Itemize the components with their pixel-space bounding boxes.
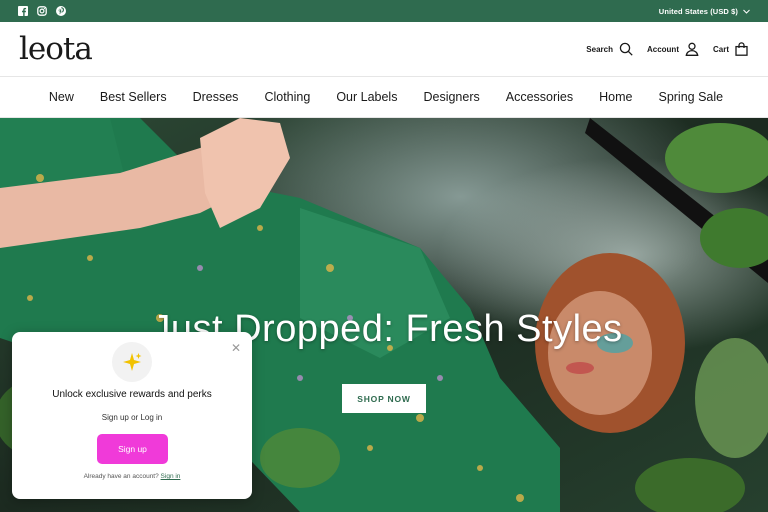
nav-item-dresses[interactable]: Dresses [193, 90, 239, 104]
header-actions: Search Account Cart [586, 42, 748, 56]
cart-button[interactable]: Cart [713, 42, 748, 56]
cart-label: Cart [712, 44, 729, 54]
already-account-text: Already have an account? [83, 473, 159, 480]
sparkle-icon [112, 342, 152, 382]
nav-item-accessories[interactable]: Accessories [506, 90, 573, 104]
currency-label: United States (USD $) [658, 6, 738, 16]
account-label: Account [646, 44, 679, 54]
search-icon [619, 42, 633, 56]
social-links [18, 6, 66, 16]
rewards-popup: ✕ Unlock exclusive rewards and perks Sig… [12, 332, 252, 499]
nav-item-new[interactable]: New [49, 90, 74, 104]
logo[interactable]: leota [19, 33, 93, 65]
facebook-icon[interactable] [18, 6, 28, 16]
popup-subtitle: Sign up or Log in [101, 413, 163, 422]
nav-item-our-labels[interactable]: Our Labels [336, 90, 397, 104]
nav-item-spring-sale[interactable]: Spring Sale [658, 90, 723, 104]
popup-title: Unlock exclusive rewards and perks [52, 389, 212, 400]
user-icon [685, 42, 699, 56]
close-icon[interactable]: ✕ [231, 342, 241, 354]
instagram-icon[interactable] [37, 6, 47, 16]
main-nav: New Best Sellers Dresses Clothing Our La… [0, 77, 768, 118]
nav-item-designers[interactable]: Designers [423, 90, 479, 104]
announcement-bar: United States (USD $) [0, 0, 768, 22]
pinterest-icon[interactable] [56, 6, 66, 16]
signin-link[interactable]: Sign in [161, 473, 181, 480]
nav-item-clothing[interactable]: Clothing [264, 90, 310, 104]
shopping-bag-icon [735, 42, 748, 56]
signup-button[interactable]: Sign up [97, 434, 168, 464]
site-header: leota Search Account Cart [0, 22, 768, 77]
search-label: Search [586, 44, 613, 54]
account-button[interactable]: Account [647, 42, 699, 56]
chevron-down-icon [743, 9, 750, 14]
search-button[interactable]: Search [586, 42, 633, 56]
currency-selector[interactable]: United States (USD $) [659, 7, 750, 16]
nav-item-best-sellers[interactable]: Best Sellers [100, 90, 167, 104]
nav-item-home[interactable]: Home [599, 90, 632, 104]
shop-now-button[interactable]: SHOP NOW [342, 384, 426, 413]
popup-footer: Already have an account? Sign in [12, 473, 252, 480]
